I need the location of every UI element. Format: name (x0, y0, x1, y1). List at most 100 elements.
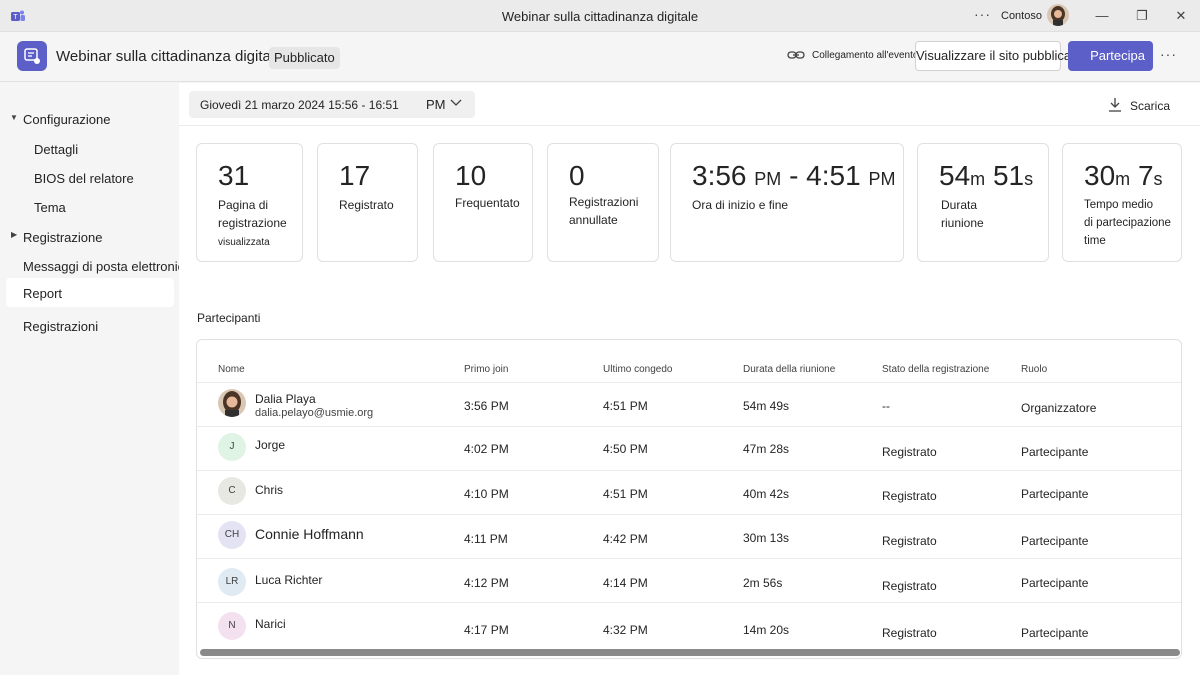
last-leave: 4:14 PM (603, 576, 648, 590)
meeting-duration: 30m 13s (743, 531, 790, 545)
participant-name: Luca Richter (255, 573, 323, 587)
column-header[interactable]: Ruolo (1021, 364, 1047, 375)
date-suffix: PM (426, 97, 446, 112)
column-header[interactable]: Nome (218, 364, 245, 375)
registration-status: Registrato (882, 489, 937, 503)
join-button[interactable]: Partecipa (1068, 41, 1153, 71)
column-header[interactable]: Durata della riunione (743, 364, 835, 375)
stat-value: 54m 51s (939, 160, 1034, 191)
table-row[interactable]: CH Connie Hoffmann 4:11 PM 4:42 PM 30m 1… (197, 515, 1181, 559)
svg-text:T: T (13, 14, 18, 21)
restore-button[interactable]: ❐ (1127, 6, 1157, 26)
meeting-duration: 14m 20s (743, 623, 790, 637)
participant-role: Partecipante (1021, 487, 1089, 501)
stat-value: 10 (455, 160, 487, 191)
stat-label: Pagina di registrazione visualizzata (218, 198, 287, 248)
table-row[interactable]: J Jorge 4:02 PM 4:50 PM 47m 28s Registra… (197, 427, 1181, 471)
first-join: 4:11 PM (464, 532, 508, 546)
registration-status: Registrato (882, 626, 937, 640)
caret-right-icon[interactable]: ▶ (11, 230, 17, 239)
column-header[interactable]: Stato della registrazione (882, 364, 989, 375)
user-avatar[interactable] (1047, 4, 1069, 26)
last-leave: 4:32 PM (603, 623, 648, 637)
sidebar: ▼ Configurazione Dettagli BIOS del relat… (0, 83, 191, 675)
last-leave: 4:50 PM (603, 442, 648, 456)
avatar: N (218, 612, 246, 640)
first-join: 4:02 PM (464, 442, 509, 456)
stat-value: 0 (569, 160, 585, 191)
column-header[interactable]: Ultimo congedo (603, 364, 672, 375)
stat-card-start-end: 3:56 PM - 4:51 PM Ora di inizio e fine (670, 143, 904, 262)
close-button[interactable]: ✕ (1166, 6, 1196, 26)
stat-value: 31 (218, 160, 250, 191)
last-leave: 4:51 PM (603, 399, 648, 413)
last-leave: 4:42 PM (603, 532, 648, 546)
status-badge: Pubblicato (269, 47, 340, 69)
sidebar-item-configuration[interactable]: Configurazione (23, 112, 110, 127)
view-published-site-button[interactable]: Visualizzare il sito pubblicato (915, 41, 1082, 71)
meeting-duration: 2m 56s (743, 576, 783, 590)
avatar (218, 389, 246, 417)
participants-table: Nome Primo join Ultimo congedo Durata de… (196, 339, 1182, 659)
participant-name: Jorge (255, 438, 286, 452)
date-selector[interactable]: Giovedì 21 marzo 2024 15:56 - 16:51 PM (189, 91, 475, 118)
stat-card-page-views: 31 Pagina di registrazione visualizzata (196, 143, 303, 262)
stat-label: Frequentato (455, 196, 520, 210)
participant-name: Dalia Playa (255, 392, 316, 406)
meeting-duration: 47m 28s (743, 442, 790, 456)
meeting-duration: 40m 42s (743, 487, 790, 501)
chevron-down-icon[interactable] (450, 96, 462, 110)
registration-status: Registrato (882, 445, 937, 459)
column-header[interactable]: Primo join (464, 364, 508, 375)
sidebar-item-details[interactable]: Dettagli (34, 142, 78, 157)
participant-role: Organizzatore (1021, 401, 1097, 415)
webinar-icon (17, 41, 47, 71)
link-icon[interactable] (787, 48, 805, 62)
table-row[interactable]: C Chris 4:10 PM 4:51 PM 40m 42s Registra… (197, 471, 1181, 515)
first-join: 4:12 PM (464, 576, 509, 590)
table-row[interactable]: N Narici 4:17 PM 4:32 PM 14m 20s Registr… (197, 603, 1181, 647)
stat-label: Ora di inizio e fine (692, 198, 789, 212)
more-options-icon[interactable]: ··· (974, 6, 991, 22)
date-range: Giovedì 21 marzo 2024 15:56 - 16:51 (200, 98, 399, 112)
table-row[interactable]: Dalia Playa dalia.pelayo@usmie.org 3:56 … (197, 383, 1181, 427)
participant-name: Connie Hoffmann (255, 526, 364, 542)
stat-value: 3:56 PM - 4:51 PM (692, 160, 896, 191)
avatar: CH (218, 521, 246, 549)
participant-email: dalia.pelayo@usmie.org (255, 407, 374, 419)
first-join: 3:56 PM (464, 399, 509, 413)
minimize-button[interactable]: — (1087, 6, 1117, 26)
sidebar-item-registration[interactable]: Registrazione (23, 230, 103, 245)
first-join: 4:17 PM (464, 623, 509, 637)
tenant-name[interactable]: Contoso (1001, 10, 1042, 22)
download-icon[interactable] (1108, 97, 1122, 112)
download-button[interactable]: Scarica (1130, 99, 1170, 113)
stat-label: Durata riunione (941, 198, 984, 230)
caret-down-icon[interactable]: ▼ (10, 113, 18, 122)
stat-card-avg-time: 30m 7s Tempo medio di partecipazione tim… (1062, 143, 1182, 262)
last-leave: 4:51 PM (603, 487, 648, 501)
participants-title: Partecipanti (197, 311, 261, 325)
table-row[interactable]: LR Luca Richter 4:12 PM 4:14 PM 2m 56s R… (197, 559, 1181, 603)
stat-label: Tempo medio di partecipazione time (1084, 199, 1171, 247)
sidebar-item-theme[interactable]: Tema (34, 200, 66, 215)
sidebar-item-emails[interactable]: Messaggi di posta elettronica (23, 259, 191, 274)
report-panel: Giovedì 21 marzo 2024 15:56 - 16:51 PM S… (179, 83, 1200, 675)
participant-name: Chris (255, 483, 284, 497)
registration-status: Registrato (882, 579, 937, 593)
sidebar-item-presenter-bios[interactable]: BIOS del relatore (34, 171, 134, 186)
horizontal-scrollbar[interactable] (200, 649, 1180, 656)
avatar: J (218, 433, 246, 461)
participant-role: Partecipante (1021, 626, 1089, 640)
event-header: Webinar sulla cittadinanza digitale Pubb… (0, 32, 1200, 82)
participant-role: Partecipante (1021, 534, 1089, 548)
sidebar-item-recordings[interactable]: Registrazioni (23, 319, 98, 334)
sidebar-item-report[interactable]: Report (23, 286, 62, 301)
stat-card-registered: 17 Registrato (317, 143, 418, 262)
avatar: LR (218, 568, 246, 596)
participant-role: Partecipante (1021, 576, 1089, 590)
participant-name: Narici (255, 617, 286, 631)
more-actions-icon[interactable]: ··· (1160, 46, 1177, 62)
first-join: 4:10 PM (464, 487, 509, 501)
stat-label: Registrazioni annullate (569, 195, 639, 227)
